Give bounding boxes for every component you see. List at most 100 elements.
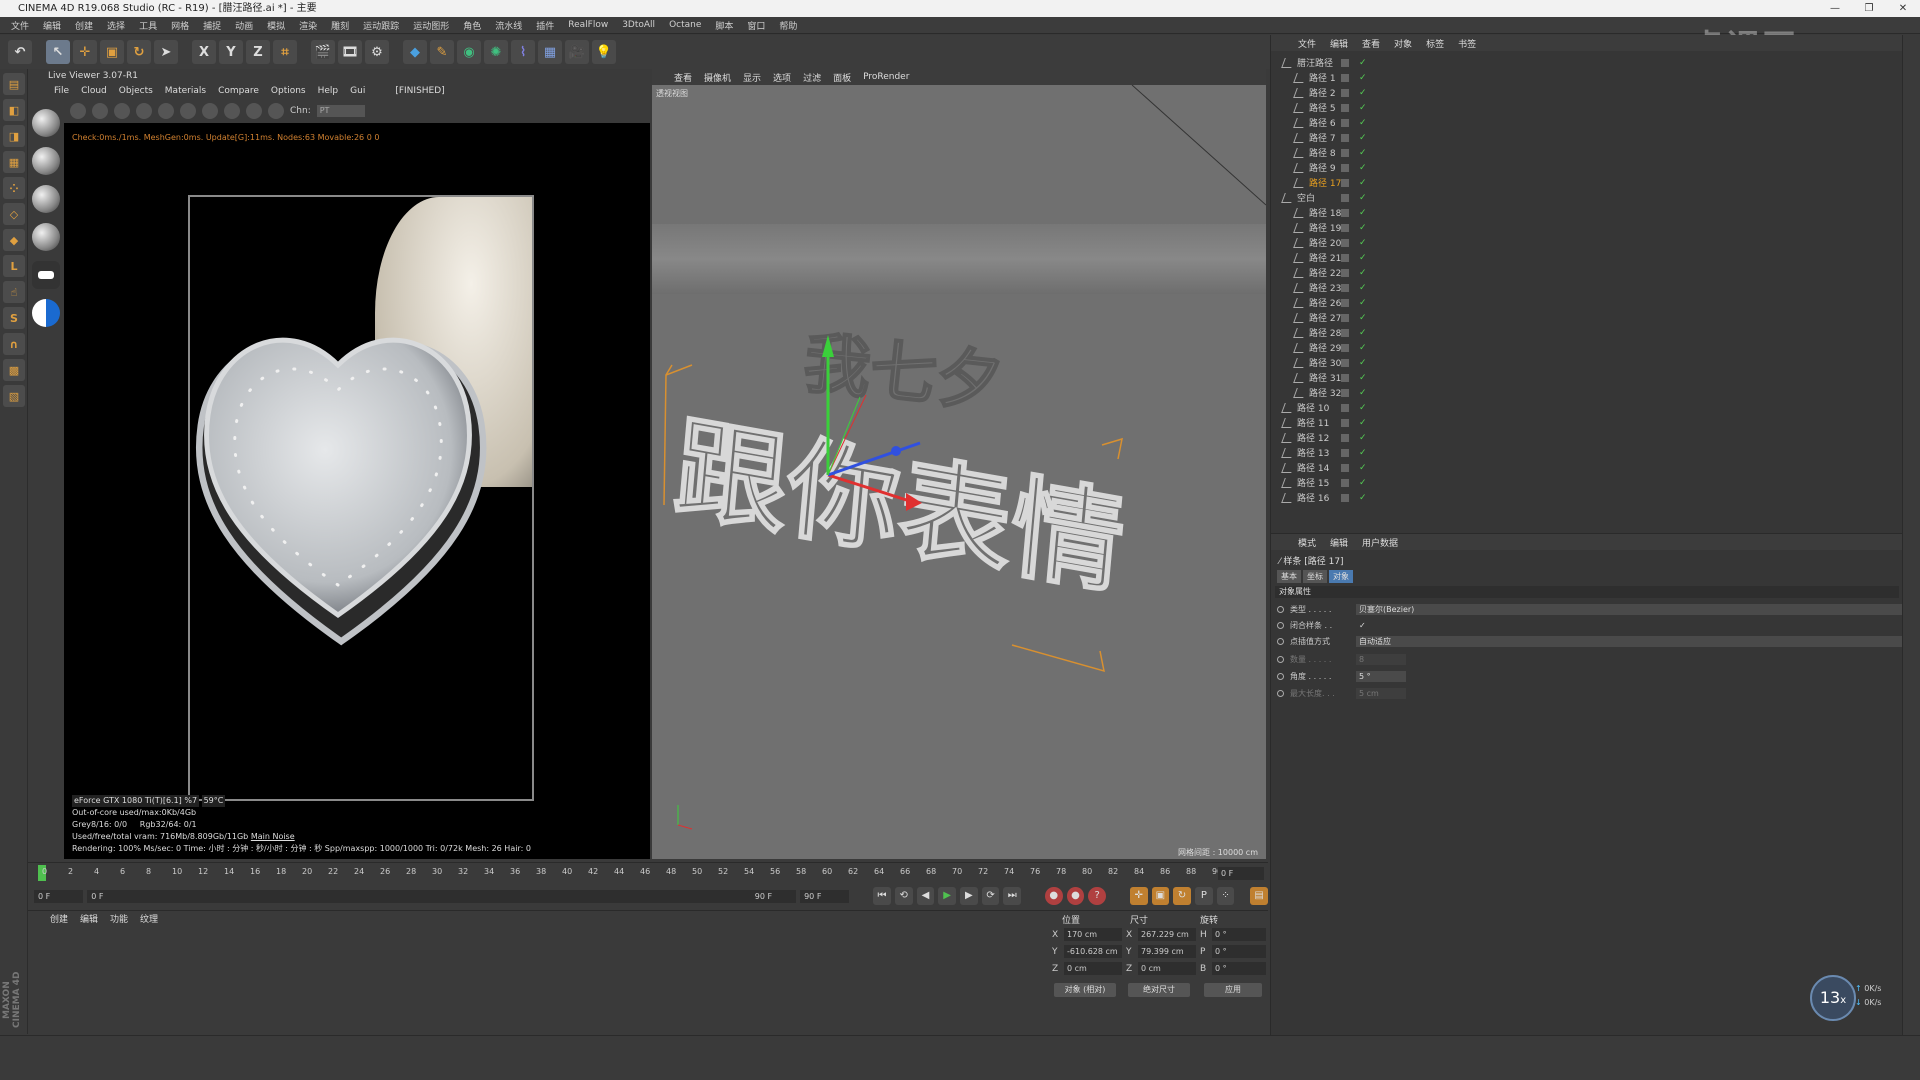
channel-select[interactable]: PT (316, 105, 365, 117)
object-list-item[interactable]: 路径 1 ✓ (1271, 70, 1903, 85)
om-menu-edit[interactable]: 编辑 (1323, 37, 1355, 50)
visibility-toggle-icon[interactable] (1341, 328, 1349, 337)
restart-render-icon[interactable] (92, 103, 108, 119)
enabled-check-icon[interactable]: ✓ (1359, 358, 1367, 368)
texture-mode-icon[interactable]: ◨ (3, 125, 25, 147)
lv-menu-file[interactable]: File (48, 86, 75, 96)
workplane-icon[interactable]: ▦ (3, 151, 25, 173)
light-preview-icon[interactable] (32, 261, 60, 289)
settings-gear-icon[interactable] (70, 103, 86, 119)
enabled-check-icon[interactable]: ✓ (1359, 388, 1367, 398)
visibility-toggle-icon[interactable] (1341, 283, 1349, 292)
rotation-p-field[interactable]: 0 ° (1212, 945, 1266, 958)
enabled-check-icon[interactable]: ✓ (1359, 208, 1367, 218)
magnet-icon[interactable]: ∩ (3, 333, 25, 355)
enabled-check-icon[interactable]: ✓ (1359, 148, 1367, 158)
menu-realflow[interactable]: RealFlow (561, 20, 615, 30)
environment-preview-icon[interactable] (32, 299, 60, 327)
object-list-item[interactable]: 路径 6 ✓ (1271, 115, 1903, 130)
animate-dot-icon[interactable] (1277, 606, 1284, 613)
pick-object-icon[interactable] (268, 103, 284, 119)
lv-menu-materials[interactable]: Materials (159, 86, 212, 96)
snap-icon[interactable]: S (3, 307, 25, 329)
visibility-toggle-icon[interactable] (1341, 373, 1349, 382)
play-loop-icon[interactable]: ⟳ (981, 887, 1000, 905)
step-forward-icon[interactable]: ▶ (960, 887, 978, 905)
object-list-item[interactable]: 路径 15 ✓ (1271, 475, 1903, 490)
visibility-toggle-icon[interactable] (1341, 478, 1349, 487)
rotation-b-field[interactable]: 0 ° (1212, 962, 1266, 975)
perspective-viewport[interactable]: 查看 摄像机 显示 选项 过滤 面板 ProRender 透视视图 我七夕 跟你… (652, 69, 1266, 859)
visibility-toggle-icon[interactable] (1341, 298, 1349, 307)
model-mode-icon[interactable]: ◧ (3, 99, 25, 121)
mat-menu-function[interactable]: 功能 (104, 912, 134, 925)
visibility-toggle-icon[interactable] (1341, 343, 1349, 352)
object-list-item[interactable]: 路径 2 ✓ (1271, 85, 1903, 100)
enabled-check-icon[interactable]: ✓ (1359, 103, 1367, 113)
size-x-field[interactable]: 267.229 cm (1138, 928, 1196, 941)
enabled-check-icon[interactable]: ✓ (1359, 178, 1367, 188)
lock-workplane-icon[interactable]: ▩ (3, 359, 25, 381)
menu-file[interactable]: 文件 (4, 19, 36, 32)
enabled-check-icon[interactable]: ✓ (1359, 328, 1367, 338)
render-picture-viewer-icon[interactable]: 🎞 (338, 40, 362, 64)
visibility-toggle-icon[interactable] (1341, 418, 1349, 427)
go-to-end-icon[interactable]: ⏭ (1003, 887, 1022, 905)
enabled-check-icon[interactable]: ✓ (1359, 313, 1367, 323)
visibility-toggle-icon[interactable] (1341, 163, 1349, 172)
lv-menu-gui[interactable]: Gui (344, 86, 371, 96)
object-list-item[interactable]: 腊汪路径 ✓ (1271, 55, 1903, 70)
enabled-check-icon[interactable]: ✓ (1359, 268, 1367, 278)
tweak-mode-icon[interactable]: ☝ (3, 281, 25, 303)
enabled-check-icon[interactable]: ✓ (1359, 58, 1367, 68)
material-ball-icon[interactable] (32, 223, 60, 251)
vp-menu-filter[interactable]: 过滤 (797, 71, 827, 84)
current-frame-field[interactable]: 0 F (1218, 867, 1264, 880)
make-editable-icon[interactable]: ▤ (3, 73, 25, 95)
enabled-check-icon[interactable]: ✓ (1359, 478, 1367, 488)
visibility-toggle-icon[interactable] (1341, 118, 1349, 127)
enabled-check-icon[interactable]: ✓ (1359, 73, 1367, 83)
menu-octane[interactable]: Octane (662, 20, 708, 30)
lv-menu-cloud[interactable]: Cloud (75, 86, 113, 96)
key-rotation-icon[interactable]: ↻ (1173, 887, 1191, 905)
pick-focus-icon[interactable] (224, 103, 240, 119)
visibility-toggle-icon[interactable] (1341, 148, 1349, 157)
rotate-icon[interactable]: ↻ (127, 40, 151, 64)
enabled-check-icon[interactable]: ✓ (1359, 418, 1367, 428)
menu-render[interactable]: 渲染 (292, 19, 324, 32)
object-list-item[interactable]: 路径 11 ✓ (1271, 415, 1903, 430)
coord-mode-dropdown[interactable]: 对象 (相对) (1054, 983, 1116, 997)
lv-menu-compare[interactable]: Compare (212, 86, 265, 96)
visibility-toggle-icon[interactable] (1341, 358, 1349, 367)
vp-menu-view[interactable]: 查看 (668, 71, 698, 84)
menu-help[interactable]: 帮助 (772, 19, 804, 32)
enabled-check-icon[interactable]: ✓ (1359, 448, 1367, 458)
preview-range-slider[interactable]: 0 F 90 F (87, 889, 797, 903)
enabled-check-icon[interactable]: ✓ (1359, 403, 1367, 413)
object-list-item[interactable]: 路径 7 ✓ (1271, 130, 1903, 145)
lv-menu-objects[interactable]: Objects (113, 86, 159, 96)
visibility-toggle-icon[interactable] (1341, 193, 1349, 202)
enabled-check-icon[interactable]: ✓ (1359, 493, 1367, 503)
object-list-item[interactable]: 路径 18 ✓ (1271, 205, 1903, 220)
render-settings-icon[interactable]: ⚙ (365, 40, 389, 64)
angle-field[interactable]: 5 ° (1356, 671, 1406, 682)
size-z-field[interactable]: 0 cm (1138, 962, 1196, 975)
menu-mesh[interactable]: 网格 (164, 19, 196, 32)
object-list-item[interactable]: 路径 22 ✓ (1271, 265, 1903, 280)
move-icon[interactable]: ✛ (73, 40, 97, 64)
menu-sculpt[interactable]: 雕刻 (324, 19, 356, 32)
object-list-item[interactable]: 路径 28 ✓ (1271, 325, 1903, 340)
visibility-toggle-icon[interactable] (1341, 313, 1349, 322)
object-list-item[interactable]: 路径 27 ✓ (1271, 310, 1903, 325)
enabled-check-icon[interactable]: ✓ (1359, 238, 1367, 248)
undo-icon[interactable]: ↶ (8, 40, 32, 64)
minimize-button[interactable]: — (1818, 0, 1852, 17)
polygons-mode-icon[interactable]: ◆ (3, 229, 25, 251)
rotation-h-field[interactable]: 0 ° (1212, 928, 1266, 941)
close-spline-checkbox[interactable]: ✓ (1356, 620, 1368, 631)
animate-dot-icon[interactable] (1277, 638, 1284, 645)
visibility-toggle-icon[interactable] (1341, 403, 1349, 412)
enabled-check-icon[interactable]: ✓ (1359, 133, 1367, 143)
